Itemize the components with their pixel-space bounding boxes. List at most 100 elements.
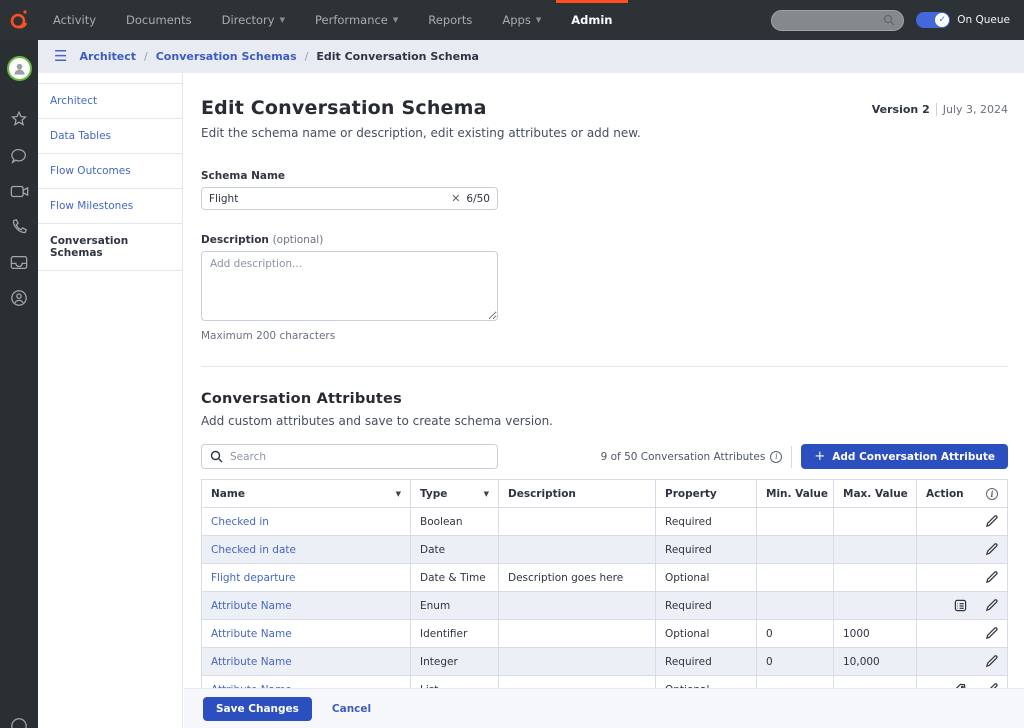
cancel-button[interactable]: Cancel	[332, 703, 371, 715]
edit-pencil-icon[interactable]	[985, 655, 998, 668]
table-row: Flight departure Date & Time Description…	[202, 564, 1007, 592]
page-title: Edit Conversation Schema	[201, 97, 487, 119]
column-header-description: Description	[499, 480, 656, 507]
chat-icon[interactable]	[10, 147, 28, 165]
filter-caret-icon[interactable]: ▼	[396, 490, 401, 498]
breadcrumb-separator: /	[144, 50, 148, 63]
breadcrumb-link-conversation-schemas[interactable]: Conversation Schemas	[156, 50, 297, 63]
column-header-max-value: Max. Value	[834, 480, 917, 507]
save-changes-button[interactable]: Save Changes	[203, 697, 312, 721]
phone-icon[interactable]	[10, 218, 28, 236]
optional-tag: (optional)	[273, 234, 324, 246]
attribute-type: Integer	[420, 656, 458, 668]
on-queue-toggle[interactable]: ✓	[916, 12, 950, 28]
attribute-min-value: 0	[766, 628, 773, 640]
subnav-item-flow-outcomes[interactable]: Flow Outcomes	[38, 154, 182, 189]
column-label: Name	[211, 488, 245, 500]
attributes-toolbar: 9 of 50 Conversation Attributesi + Add C…	[201, 444, 1008, 469]
character-counter: 6/50	[466, 193, 490, 205]
attribute-name-link[interactable]: Flight departure	[211, 572, 296, 584]
info-icon[interactable]: i	[770, 451, 782, 463]
info-icon[interactable]: i	[986, 488, 998, 500]
column-label: Min. Value	[766, 488, 828, 500]
video-call-icon[interactable]	[10, 184, 29, 199]
person-icon	[12, 61, 27, 76]
enum-list-icon[interactable]	[954, 599, 967, 612]
nav-label: Documents	[126, 13, 192, 27]
attributes-search-field[interactable]	[201, 444, 498, 469]
favorites-star-icon[interactable]	[10, 110, 28, 128]
attribute-type: Boolean	[420, 516, 463, 528]
column-header-name[interactable]: Name ▼	[202, 480, 411, 507]
column-label: Property	[665, 488, 717, 500]
table-row: Checked in Boolean Required	[202, 508, 1007, 536]
nav-label: Activity	[53, 13, 96, 27]
table-row: Attribute Name Enum Required	[202, 592, 1007, 620]
nav-item-activity[interactable]: Activity	[38, 0, 111, 40]
subnav-item-flow-milestones[interactable]: Flow Milestones	[38, 189, 182, 224]
global-search[interactable]	[771, 10, 904, 31]
top-nav-items: Activity Documents Directory ▼ Performanc…	[38, 0, 628, 40]
top-nav-bar: Activity Documents Directory ▼ Performanc…	[0, 0, 1024, 40]
column-header-property: Property	[656, 480, 757, 507]
column-header-min-value: Min. Value	[757, 480, 834, 507]
help-icon[interactable]	[10, 717, 28, 728]
nav-label: Directory	[222, 13, 275, 27]
attributes-search-input[interactable]	[230, 451, 489, 463]
add-conversation-attribute-button[interactable]: + Add Conversation Attribute	[801, 444, 1008, 469]
global-search-input[interactable]	[780, 15, 883, 26]
attribute-name-link[interactable]: Attribute Name	[211, 600, 292, 612]
nav-item-performance[interactable]: Performance ▼	[300, 0, 413, 40]
chevron-down-icon: ▼	[393, 16, 398, 24]
contacts-icon[interactable]	[10, 289, 28, 307]
clear-input-icon[interactable]: ✕	[445, 192, 466, 205]
column-header-action: Action i	[917, 480, 1007, 507]
version-label: Version 2	[872, 103, 930, 116]
nav-item-directory[interactable]: Directory ▼	[207, 0, 300, 40]
subnav-item-conversation-schemas[interactable]: Conversation Schemas	[38, 224, 182, 271]
breadcrumb-link-architect[interactable]: Architect	[79, 50, 136, 63]
breadcrumb-current-page: Edit Conversation Schema	[316, 50, 479, 63]
attribute-max-value: 1000	[843, 628, 870, 640]
column-label: Type	[420, 488, 447, 500]
chevron-down-icon: ▼	[536, 16, 541, 24]
user-avatar[interactable]	[7, 56, 32, 81]
attribute-property: Optional	[665, 572, 709, 584]
schema-name-label: Schema Name	[201, 170, 1008, 182]
hamburger-menu-icon[interactable]: ☰	[54, 49, 67, 64]
table-row: Attribute Name Identifier Optional 0 100…	[202, 620, 1007, 648]
edit-pencil-icon[interactable]	[985, 571, 998, 584]
section-divider	[201, 366, 1008, 367]
nav-item-admin[interactable]: Admin	[556, 0, 627, 40]
column-header-type[interactable]: Type ▼	[411, 480, 499, 507]
subnav-item-data-tables[interactable]: Data Tables	[38, 119, 182, 154]
attribute-property: Optional	[665, 628, 709, 640]
attribute-name-link[interactable]: Attribute Name	[211, 656, 292, 668]
filter-caret-icon[interactable]: ▼	[484, 490, 489, 498]
column-label: Action	[926, 488, 964, 500]
attribute-name-link[interactable]: Attribute Name	[211, 628, 292, 640]
description-textarea[interactable]	[201, 251, 498, 321]
version-info: Version 2July 3, 2024	[872, 103, 1008, 116]
breadcrumb-bar: ☰ Architect / Conversation Schemas / Edi…	[38, 40, 1024, 73]
nav-item-documents[interactable]: Documents	[111, 0, 207, 40]
genesys-logo-icon	[8, 8, 30, 32]
attribute-type: Date	[420, 544, 445, 556]
edit-pencil-icon[interactable]	[985, 627, 998, 640]
edit-pencil-icon[interactable]	[985, 543, 998, 556]
nav-label: Performance	[315, 13, 388, 27]
nav-item-reports[interactable]: Reports	[413, 0, 487, 40]
subnav-item-architect[interactable]: Architect	[38, 83, 182, 119]
nav-item-apps[interactable]: Apps▼	[487, 0, 556, 40]
edit-pencil-icon[interactable]	[985, 515, 998, 528]
attribute-name-link[interactable]: Checked in date	[211, 544, 296, 556]
chevron-down-icon: ▼	[280, 16, 285, 24]
attribute-property: Required	[665, 600, 712, 612]
attribute-name-link[interactable]: Checked in	[211, 516, 269, 528]
attribute-property: Required	[665, 656, 712, 668]
edit-pencil-icon[interactable]	[985, 599, 998, 612]
inbox-icon[interactable]	[10, 255, 28, 270]
schema-name-input[interactable]	[209, 193, 445, 205]
column-label: Max. Value	[843, 488, 908, 500]
attribute-description: Description goes here	[508, 572, 623, 584]
